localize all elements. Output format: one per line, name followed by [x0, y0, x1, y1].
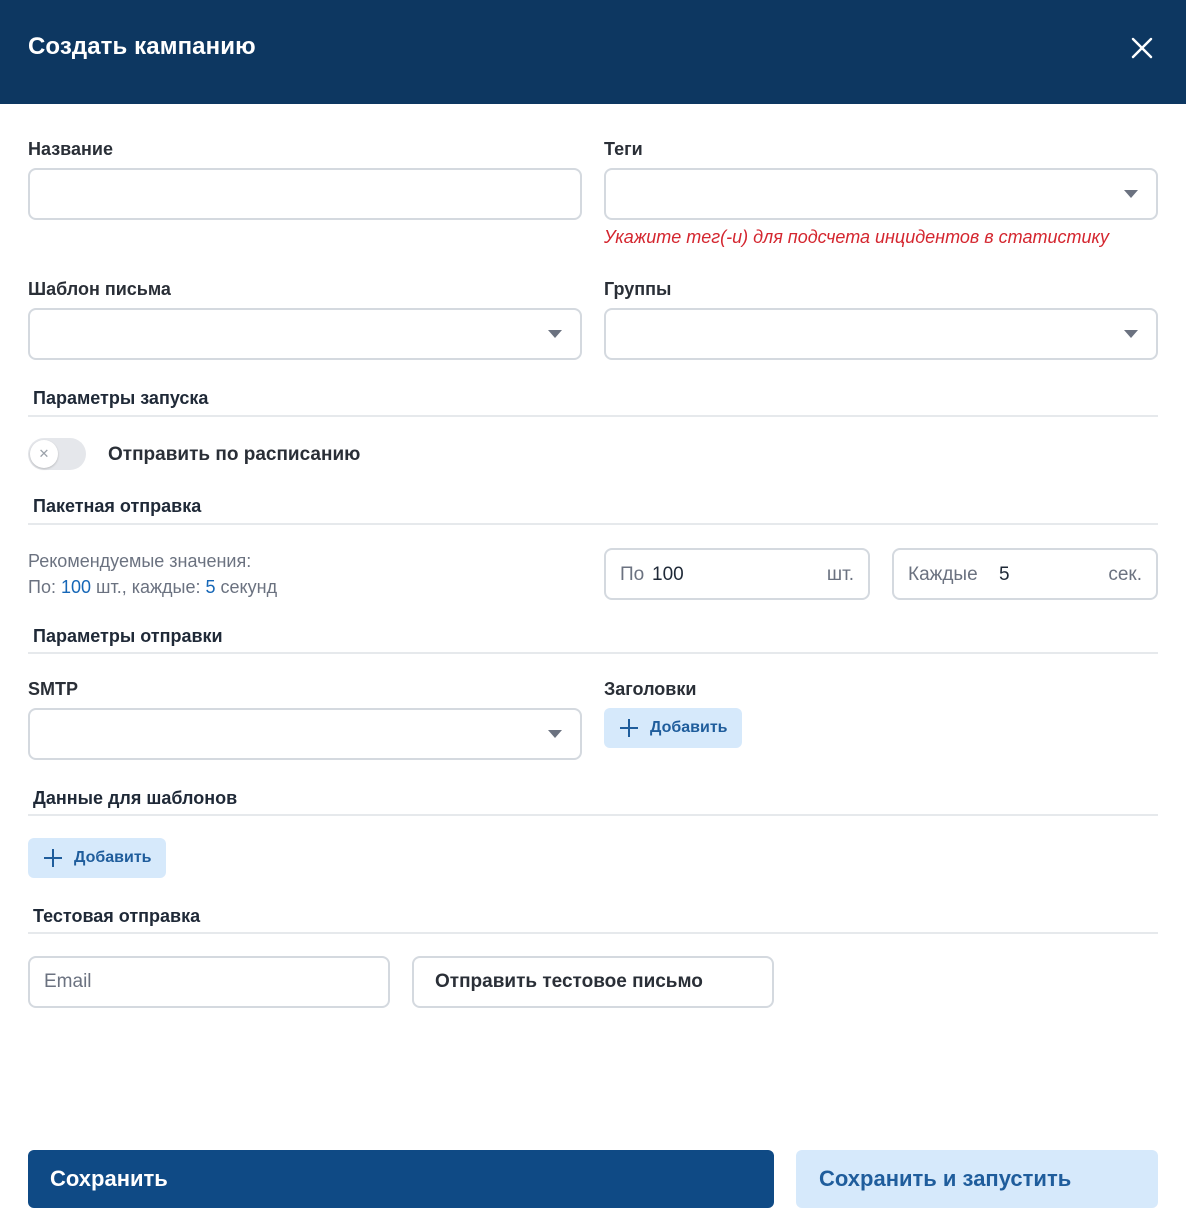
plus-icon	[44, 849, 62, 867]
sending-section-title: Параметры отправки	[33, 626, 223, 646]
plus-icon	[620, 719, 638, 737]
modal-title: Создать кампанию	[28, 33, 256, 60]
divider	[28, 523, 1158, 525]
tags-label: Теги	[604, 139, 643, 159]
groups-select[interactable]	[604, 308, 1158, 360]
recommend-mid: шт., каждые:	[96, 577, 201, 597]
smtp-select[interactable]	[28, 708, 582, 760]
test-email-field[interactable]	[28, 956, 390, 1008]
divider	[28, 652, 1158, 654]
save-button[interactable]: Сохранить	[28, 1150, 774, 1208]
batch-interval-value[interactable]: 5	[999, 564, 1010, 586]
recommend-line1: Рекомендуемые значения:	[28, 551, 252, 571]
add-template-data-label: Добавить	[74, 849, 152, 866]
divider	[28, 814, 1158, 816]
recommend-line2: По: 100 шт., каждые: 5 секунд	[28, 577, 277, 598]
chevron-down-icon	[1124, 330, 1138, 338]
divider	[28, 415, 1158, 417]
add-template-data-button[interactable]: Добавить	[28, 838, 166, 878]
batch-interval-suffix: сек.	[1108, 564, 1142, 585]
batch-count-field[interactable]: По 100 шт.	[604, 548, 870, 600]
launch-section-title: Параметры запуска	[33, 388, 209, 408]
batch-section-title: Пакетная отправка	[33, 496, 202, 516]
headers-label: Заголовки	[604, 679, 697, 699]
toggle-off-icon: ✕	[30, 440, 58, 468]
batch-interval-field[interactable]: Каждые 5 сек.	[892, 548, 1158, 600]
add-header-label: Добавить	[650, 719, 728, 736]
save-and-run-button[interactable]: Сохранить и запустить	[796, 1150, 1158, 1208]
divider	[28, 932, 1158, 934]
add-header-button[interactable]: Добавить	[604, 708, 742, 748]
schedule-toggle[interactable]: ✕	[28, 438, 86, 470]
test-email-input[interactable]	[30, 958, 388, 1006]
tags-hint: Укажите тег(-и) для подсчета инцидентов …	[604, 227, 1109, 247]
modal-header: Создать кампанию	[0, 0, 1186, 104]
schedule-label: Отправить по расписанию	[108, 444, 361, 465]
close-icon	[1131, 37, 1153, 59]
send-test-button[interactable]: Отправить тестовое письмо	[412, 956, 774, 1008]
chevron-down-icon	[1124, 190, 1138, 198]
recommend-suffix: секунд	[220, 577, 278, 597]
smtp-label: SMTP	[28, 679, 79, 699]
recommend-prefix: По:	[28, 577, 56, 597]
batch-count-value[interactable]: 100	[652, 564, 684, 586]
template-select[interactable]	[28, 308, 582, 360]
batch-interval-prefix: Каждые	[908, 564, 978, 585]
name-label: Название	[28, 139, 113, 159]
name-input[interactable]	[30, 170, 580, 218]
name-field[interactable]	[28, 168, 582, 220]
recommend-seconds: 5	[205, 577, 216, 597]
template-label: Шаблон письма	[28, 279, 171, 299]
groups-label: Группы	[604, 279, 672, 299]
test-section-title: Тестовая отправка	[33, 906, 201, 926]
tags-select[interactable]	[604, 168, 1158, 220]
chevron-down-icon	[548, 730, 562, 738]
batch-count-suffix: шт.	[826, 564, 854, 585]
batch-count-prefix: По	[620, 564, 645, 585]
recommend-count: 100	[60, 577, 92, 597]
template-data-section-title: Данные для шаблонов	[33, 788, 238, 808]
chevron-down-icon	[548, 330, 562, 338]
close-button[interactable]	[1124, 30, 1160, 66]
